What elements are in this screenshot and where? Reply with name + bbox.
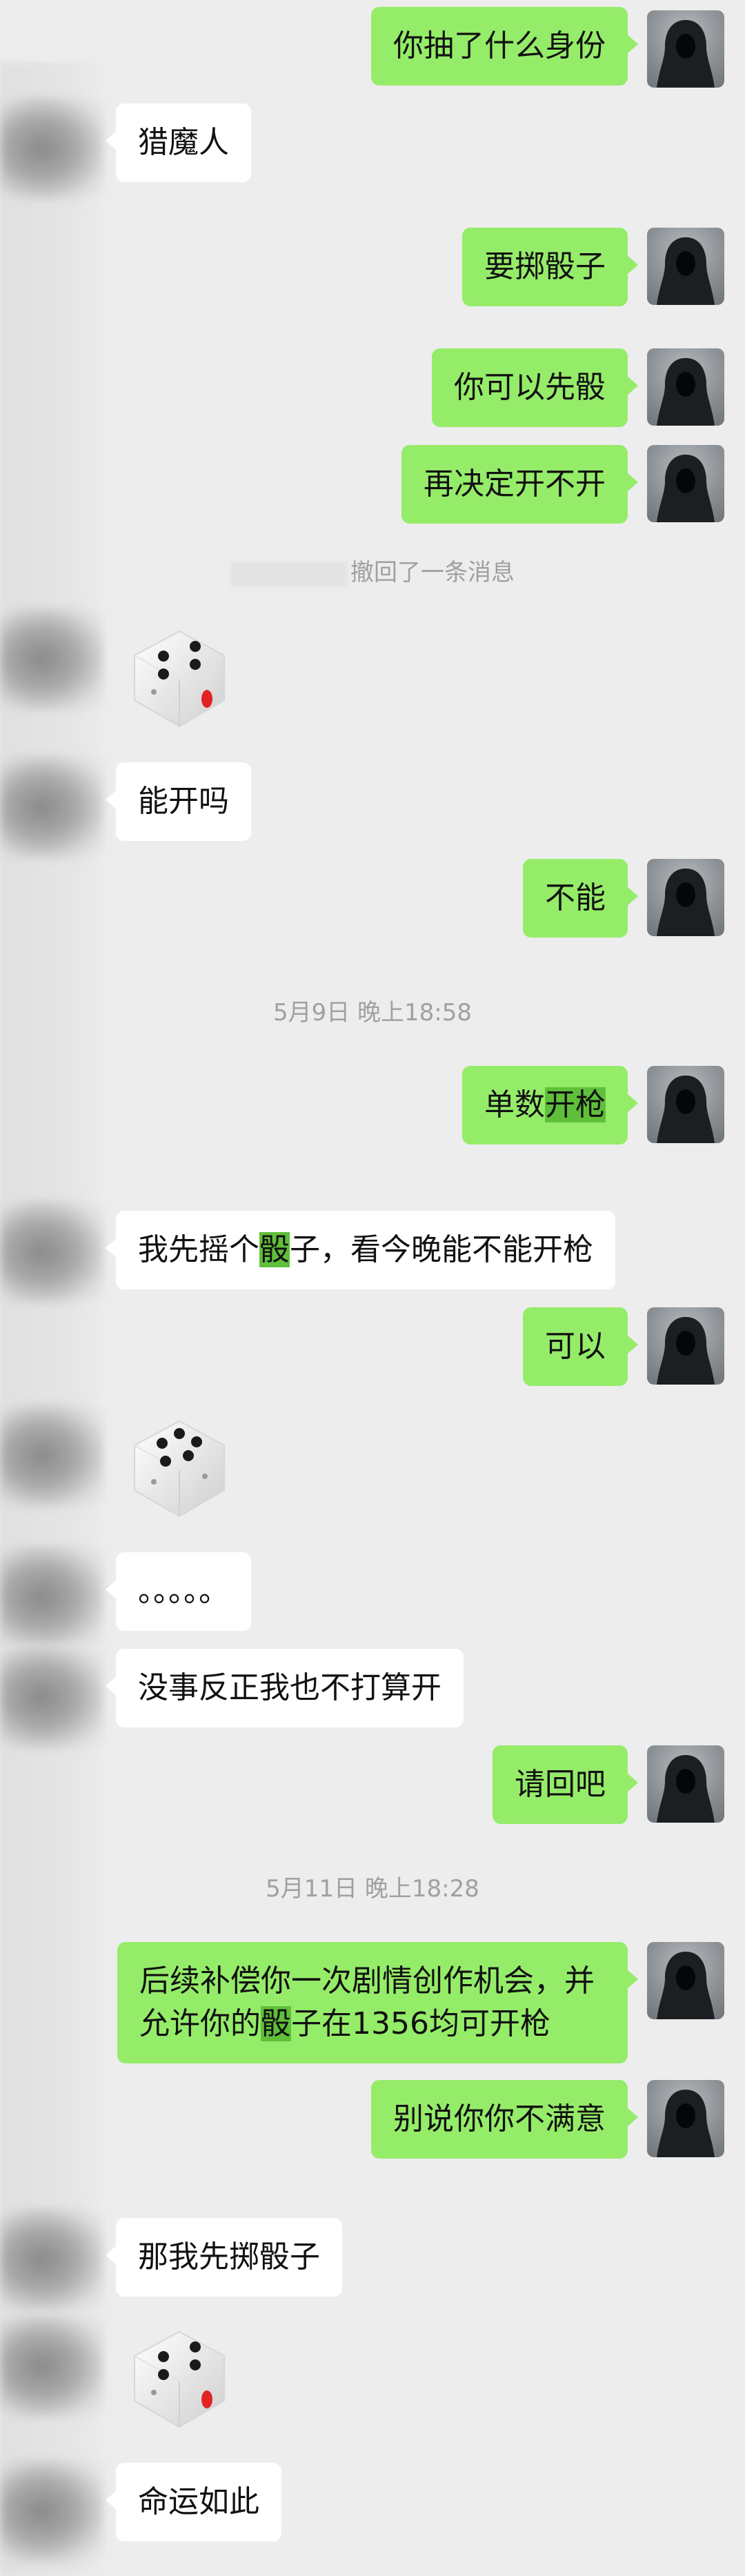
message-bubble-sent[interactable]: 请回吧 — [493, 1745, 638, 1824]
message-bubble-sent[interactable]: 再决定开不开 — [401, 445, 638, 524]
highlighted-keyword[interactable]: 骰 — [259, 1232, 290, 1267]
message-bubble-sent[interactable]: 不能 — [523, 859, 638, 938]
message-text: 我先摇个 — [138, 1232, 259, 1267]
recall-notice: 撤回了一条消息 — [0, 553, 745, 587]
message-bubble-received[interactable]: 那我先掷骰子 — [106, 2218, 342, 2297]
self-avatar[interactable] — [647, 445, 724, 522]
self-avatar[interactable] — [647, 10, 724, 88]
message-text: 要掷骰子 — [484, 249, 606, 284]
hooded-figure-icon — [657, 1076, 715, 1143]
message-text: 没事反正我也不打算开 — [138, 1670, 441, 1705]
message-bubble-sent[interactable]: 后续补偿你一次剧情创作机会，并允许你的骰子在1356均可开枪 — [117, 1942, 638, 2063]
self-avatar[interactable] — [647, 2080, 724, 2157]
other-avatar[interactable] — [0, 607, 103, 711]
other-avatar[interactable] — [0, 2208, 103, 2311]
other-avatar[interactable] — [0, 1645, 103, 1749]
chat-window: 你抽了什么身份 猎魔人 要掷骰子 你可以先骰 再决定开不开 撤回了一条消息 能开… — [0, 0, 745, 2576]
message-bubble-received[interactable]: 我先摇个骰子，看今晚能不能开枪 — [106, 1211, 615, 1289]
dice-sticker[interactable] — [121, 617, 238, 735]
self-avatar[interactable] — [647, 1066, 724, 1143]
hooded-figure-icon — [657, 1952, 715, 2019]
self-avatar[interactable] — [647, 859, 724, 936]
hooded-figure-icon — [657, 2090, 715, 2157]
self-avatar[interactable] — [647, 228, 724, 305]
message-text: 那我先掷骰子 — [138, 2239, 320, 2275]
message-text: 能开吗 — [138, 784, 229, 819]
self-avatar[interactable] — [647, 1942, 724, 2019]
message-bubble-sent[interactable]: 可以 — [523, 1307, 638, 1386]
message-bubble-received[interactable]: 猎魔人 — [106, 103, 251, 182]
hooded-figure-icon — [657, 237, 715, 305]
message-text: 你抽了什么身份 — [393, 28, 606, 63]
message-bubble-sent[interactable]: 你可以先骰 — [432, 348, 638, 427]
message-bubble-sent[interactable]: 要掷骰子 — [462, 228, 638, 306]
message-text: 请回吧 — [515, 1767, 606, 1802]
blurred-name — [230, 561, 348, 586]
message-bubble-received[interactable]: 能开吗 — [106, 762, 251, 841]
timestamp: 5月9日 晚上18:58 — [272, 999, 473, 1027]
other-avatar[interactable] — [0, 2315, 103, 2418]
self-avatar[interactable] — [647, 348, 724, 426]
message-text: 不能 — [545, 880, 606, 915]
message-bubble-received[interactable]: 。。。。。 — [106, 1552, 251, 1631]
other-avatar[interactable] — [0, 1404, 103, 1507]
other-avatar[interactable] — [0, 1545, 103, 1649]
highlighted-keyword[interactable]: 开枪 — [545, 1087, 606, 1122]
message-text: 再决定开不开 — [424, 466, 606, 502]
message-bubble-sent[interactable]: 单数开枪 — [462, 1066, 638, 1145]
other-avatar[interactable] — [0, 2459, 103, 2563]
message-bubble-received[interactable]: 没事反正我也不打算开 — [106, 1649, 464, 1727]
hooded-figure-icon — [657, 20, 715, 88]
message-text: 命运如此 — [138, 2484, 259, 2519]
message-text: 子在1356均可开枪 — [291, 2006, 550, 2041]
highlighted-keyword[interactable]: 骰 — [261, 2006, 291, 2041]
dice-icon — [134, 1420, 225, 1518]
message-bubble-sent[interactable]: 你抽了什么身份 — [371, 7, 638, 86]
message-text: 你可以先骰 — [454, 370, 606, 405]
timestamp: 5月11日 晚上18:28 — [266, 1875, 479, 1903]
other-avatar[interactable] — [0, 97, 103, 200]
hooded-figure-icon — [657, 358, 715, 426]
hooded-figure-icon — [657, 1317, 715, 1385]
dice-icon — [134, 630, 225, 728]
message-text: 单数 — [484, 1087, 545, 1122]
message-bubble-received[interactable]: 命运如此 — [106, 2463, 281, 2542]
message-text: 别说你你不满意 — [393, 2101, 606, 2137]
other-avatar[interactable] — [0, 1200, 103, 1304]
dice-sticker[interactable] — [121, 2318, 238, 2435]
hooded-figure-icon — [657, 869, 715, 936]
hooded-figure-icon — [657, 455, 715, 522]
message-text: 可以 — [545, 1329, 606, 1364]
message-text: 。。。。。 — [138, 1574, 229, 1609]
message-text: 猎魔人 — [138, 125, 229, 160]
message-bubble-sent[interactable]: 别说你你不满意 — [371, 2080, 638, 2159]
other-avatar[interactable] — [0, 755, 103, 859]
hooded-figure-icon — [657, 1755, 715, 1823]
dice-sticker[interactable] — [121, 1407, 238, 1525]
dice-icon — [134, 2330, 225, 2428]
message-text: 子，看今晚能不能开枪 — [290, 1232, 593, 1267]
self-avatar[interactable] — [647, 1745, 724, 1823]
blurred-sender-strip — [0, 62, 107, 2576]
self-avatar[interactable] — [647, 1307, 724, 1385]
